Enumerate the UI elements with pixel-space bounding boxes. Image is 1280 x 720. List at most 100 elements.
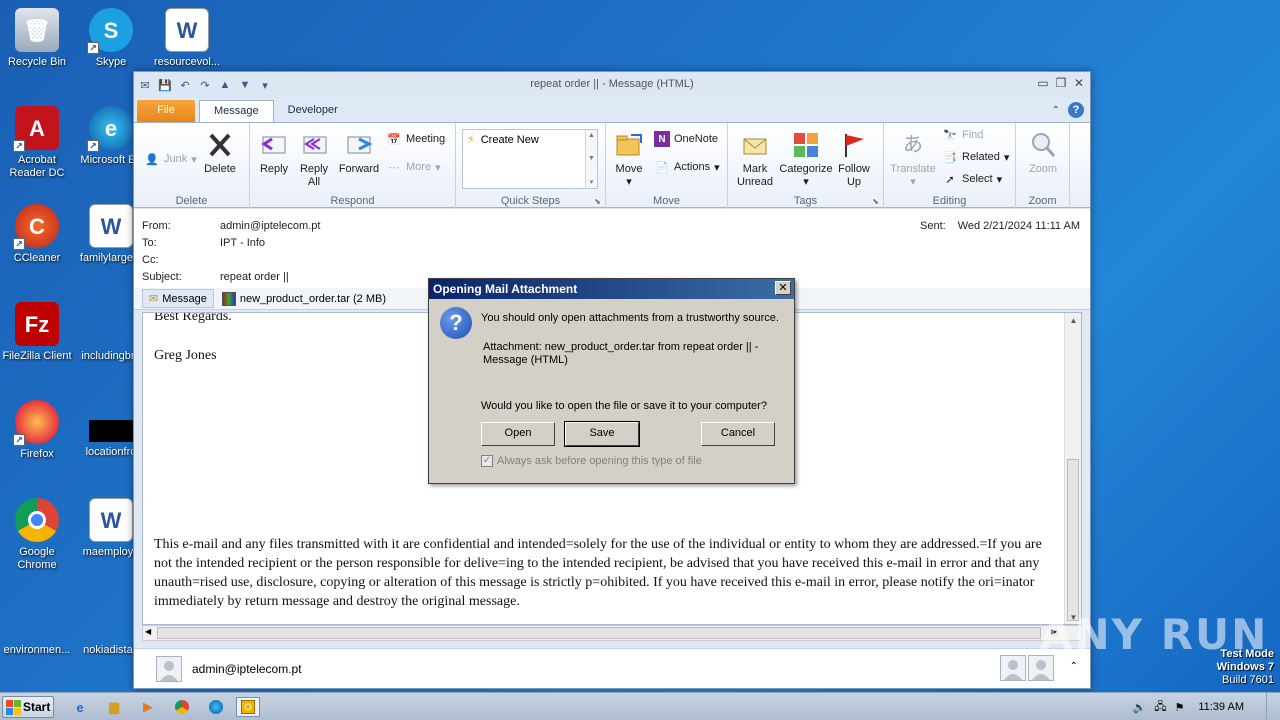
reply-button[interactable]: Reply: [254, 129, 294, 176]
sent-date: Wed 2/21/2024 11:11 AM: [957, 220, 1080, 232]
quick-step-create-new[interactable]: ⚡ Create New: [463, 130, 597, 149]
dialog-launcher-icon[interactable]: ⬊: [594, 197, 601, 206]
reply-all-button[interactable]: Reply All: [296, 129, 332, 189]
desktop-icon-environmen[interactable]: environmen...: [0, 596, 74, 657]
group-delete: 👤 Junk ▾ Delete Delete: [134, 123, 250, 209]
desktop-icon-chrome[interactable]: Google Chrome: [0, 498, 74, 572]
envelope-icon: ✉: [149, 293, 159, 305]
minimize-icon[interactable]: ▭: [1036, 76, 1050, 90]
taskbar-edge-icon[interactable]: [204, 697, 228, 717]
dialog-attachment-line1: Attachment: new_product_order.tar from r…: [483, 341, 759, 353]
ribbon-collapse-icon[interactable]: ⌃: [1052, 105, 1060, 116]
people-avatar-icon: [1000, 655, 1026, 681]
word-doc-icon: W: [89, 498, 133, 542]
always-ask-checkbox[interactable]: ✓ Always ask before opening this type of…: [481, 455, 702, 467]
cancel-button[interactable]: Cancel: [701, 422, 775, 446]
find-button[interactable]: 🔭 Find: [942, 127, 983, 143]
junk-icon: 👤: [145, 153, 159, 166]
translate-button[interactable]: あ Translate ▾: [890, 129, 936, 189]
network-icon[interactable]: 🖧: [1154, 698, 1166, 717]
tab-developer[interactable]: Developer: [274, 100, 352, 122]
group-tags: Mark Unread Categorize ▾ Follow Up Tags ⬊: [728, 123, 884, 209]
meeting-icon: 📅: [387, 133, 401, 146]
desktop-icon-ccleaner[interactable]: C ↗ CCleaner: [0, 204, 74, 265]
open-button[interactable]: Open: [481, 422, 555, 446]
tab-file[interactable]: File: [137, 100, 195, 122]
action-center-flag-icon[interactable]: ⚑: [1174, 701, 1184, 714]
body-signature: Greg Jones: [154, 348, 217, 363]
taskbar-explorer-icon[interactable]: ▆: [102, 697, 126, 717]
sender-avatar-icon: [156, 655, 182, 682]
desktop-icon-filezilla[interactable]: Fz FileZilla Client: [0, 302, 74, 363]
follow-up-button[interactable]: Follow Up: [834, 129, 874, 189]
desktop-icon-acrobat[interactable]: A ↗ Acrobat Reader DC: [0, 106, 74, 180]
taskbar: Start e ▆ ▶ O 🔊 🖧 ⚑ 11:39 AM: [0, 692, 1280, 720]
categorize-button[interactable]: Categorize ▾: [778, 129, 834, 189]
people-pane-sender[interactable]: admin@iptelecom.pt: [192, 662, 302, 676]
scroll-up-icon[interactable]: ▲: [1065, 313, 1081, 327]
lightning-icon: ⚡: [467, 134, 475, 146]
dialog-close-icon[interactable]: ✕: [775, 281, 791, 295]
taskbar-chrome-icon[interactable]: [170, 697, 194, 717]
group-label-quick-steps: Quick Steps: [500, 195, 561, 207]
checkbox-checked-icon: ✓: [481, 455, 493, 467]
people-pane-expand-icon[interactable]: ⌃: [1070, 661, 1078, 672]
quick-steps-scroll[interactable]: ▲ ▼ ▾: [585, 130, 597, 188]
archive-icon: [221, 291, 236, 306]
from-address[interactable]: admin@iptelecom.pt: [220, 220, 320, 232]
clock[interactable]: 11:39 AM: [1198, 701, 1244, 713]
horizontal-scroll-thumb[interactable]: [157, 627, 1041, 639]
delete-button[interactable]: Delete: [200, 129, 240, 176]
subject-row: Subject: repeat order ||: [142, 271, 289, 283]
onenote-button[interactable]: N OneNote: [654, 131, 718, 147]
dialog-title-bar: Opening Mail Attachment ✕: [429, 279, 794, 299]
scroll-thumb[interactable]: [1067, 459, 1079, 621]
show-desktop-button[interactable]: [1266, 693, 1276, 720]
start-button[interactable]: Start: [2, 696, 54, 718]
ribbon-tabs: File Message Developer ⌃ ?: [134, 98, 1090, 122]
scroll-left-icon[interactable]: ◀: [145, 627, 151, 636]
subject-text: repeat order ||: [220, 271, 289, 283]
save-button[interactable]: Save: [564, 421, 640, 447]
message-attachment-tab[interactable]: ✉ Message: [142, 289, 214, 308]
select-button[interactable]: ➚ Select ▾: [942, 171, 1002, 187]
mark-unread-button[interactable]: Mark Unread: [732, 129, 778, 189]
flag-icon: [838, 129, 870, 161]
dialog-warning: You should only open attachments from a …: [481, 312, 779, 324]
from-row: From: admin@iptelecom.pt: [142, 220, 321, 232]
desktop-icon-resourcevol[interactable]: W resourcevol...: [150, 8, 224, 69]
quick-steps-gallery[interactable]: ⚡ Create New ▲ ▼ ▾: [462, 129, 598, 189]
envelope-icon: [739, 129, 771, 161]
taskbar-outlook-icon[interactable]: O: [236, 697, 260, 717]
help-icon[interactable]: ?: [1068, 102, 1084, 118]
meeting-button[interactable]: 📅 Meeting: [386, 131, 445, 147]
forward-button[interactable]: Forward: [336, 129, 382, 176]
people-pane: admin@iptelecom.pt ⌃: [134, 648, 1090, 688]
vertical-scrollbar[interactable]: ▲ ▼: [1064, 313, 1081, 624]
actions-button[interactable]: 📄 Actions ▾: [654, 159, 719, 175]
desktop-icon-firefox[interactable]: ↗ Firefox: [0, 400, 74, 461]
to-address[interactable]: IPT - Info: [220, 237, 265, 249]
more-button[interactable]: ⋯ More ▾: [386, 159, 441, 175]
related-icon: 📑: [943, 151, 957, 164]
related-button[interactable]: 📑 Related ▾: [942, 149, 1009, 165]
file-icon: [15, 596, 59, 640]
desktop-icon-recycle-bin[interactable]: 🗑 Recycle Bin: [0, 8, 74, 69]
zoom-button[interactable]: Zoom: [1022, 129, 1064, 176]
tab-message[interactable]: Message: [199, 100, 274, 122]
volume-icon[interactable]: 🔊: [1132, 701, 1146, 714]
taskbar-ie-icon[interactable]: e: [68, 697, 92, 717]
attachment-file[interactable]: new_product_order.tar (2 MB): [218, 290, 390, 308]
dialog-launcher-icon[interactable]: ⬊: [872, 197, 879, 206]
test-mode-watermark: Test Mode Windows 7 Build 7601: [1216, 648, 1274, 686]
close-icon[interactable]: ✕: [1072, 76, 1086, 90]
restore-icon[interactable]: ❐: [1054, 76, 1068, 90]
horizontal-scrollbar[interactable]: ◀ ▶: [142, 625, 1082, 641]
desktop-icon-skype[interactable]: S ↗ Skype: [74, 8, 148, 69]
file-icon: [89, 596, 133, 640]
junk-button[interactable]: 👤 Junk ▾: [144, 151, 197, 167]
chrome-icon: [15, 498, 59, 542]
taskbar-media-player-icon[interactable]: ▶: [136, 697, 160, 717]
to-row: To: IPT - Info: [142, 237, 266, 249]
move-button[interactable]: Move ▾: [612, 129, 646, 189]
